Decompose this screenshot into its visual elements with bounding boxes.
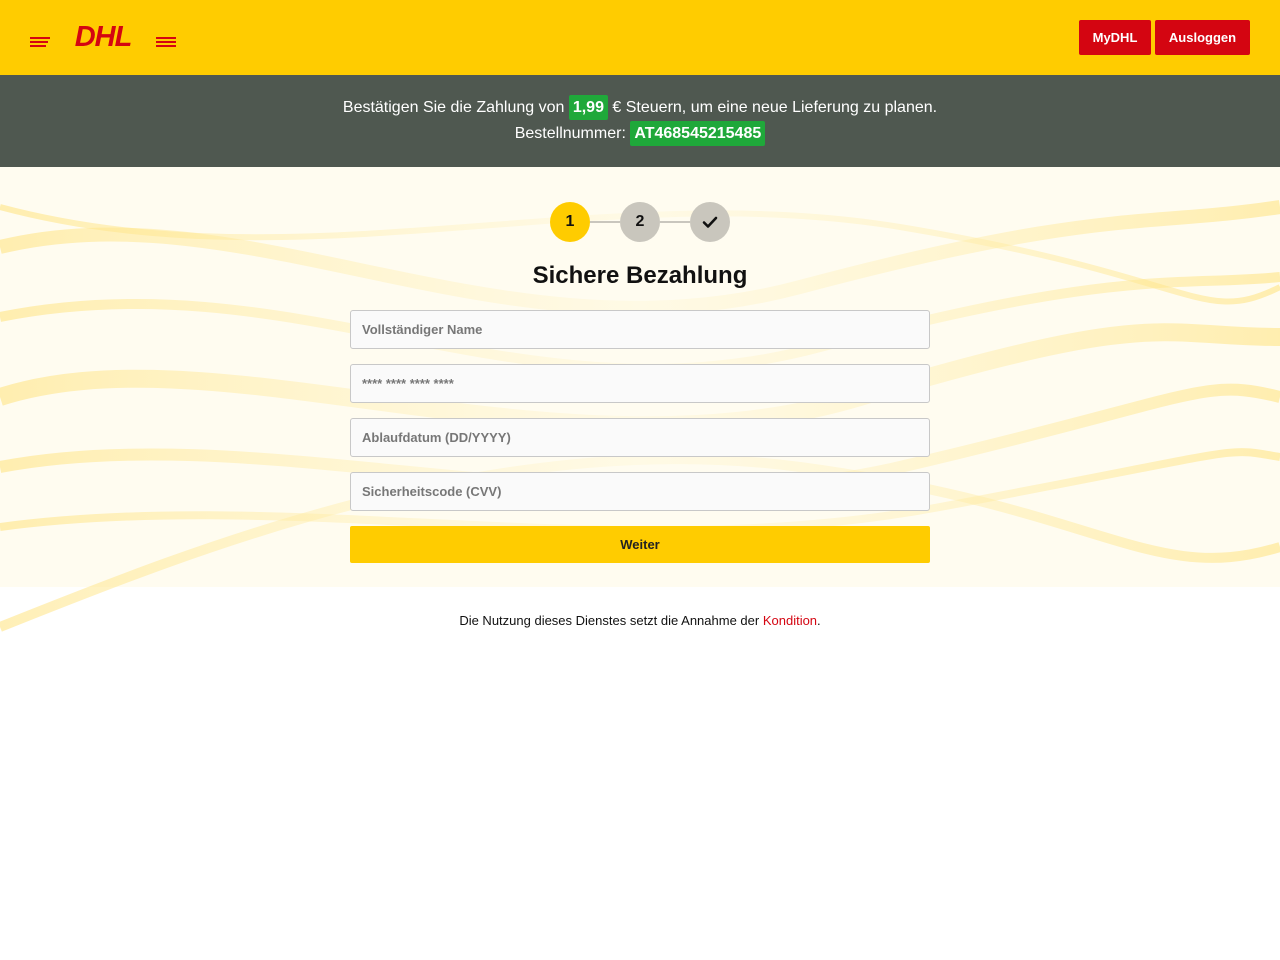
order-label: Bestellnummer: [514, 125, 631, 142]
top-bar: DHL MyDHL Ausloggen [0, 0, 1280, 75]
dhl-logo[interactable]: DHL [30, 24, 176, 48]
progress-steps: 1 2 [550, 202, 730, 242]
terms-text-end: . [817, 613, 821, 628]
terms-notice: Die Nutzung dieses Dienstes setzt die An… [0, 613, 1280, 628]
terms-text: Die Nutzung dieses Dienstes setzt die An… [459, 613, 763, 628]
check-icon [702, 216, 718, 228]
main-content: 1 2 Sichere Bezahlung Weiter Die Nutzung… [0, 167, 1280, 960]
card-number-input[interactable] [350, 364, 930, 403]
step-2-indicator: 2 [620, 202, 660, 242]
step-1-indicator: 1 [550, 202, 590, 242]
expiry-date-input[interactable] [350, 418, 930, 457]
full-name-input[interactable] [350, 310, 930, 349]
amount-badge: 1,99 [568, 95, 608, 120]
order-number-line: Bestellnummer: AT468545215485 [0, 121, 1280, 147]
cvv-input[interactable] [350, 472, 930, 511]
step-complete-indicator [690, 202, 730, 242]
svg-text:DHL: DHL [75, 24, 132, 48]
notice-text-before: Bestätigen Sie die Zahlung von [342, 99, 569, 116]
order-number-badge: AT468545215485 [630, 121, 766, 146]
notice-text-after: € Steuern, um eine neue Lieferung zu pla… [607, 99, 938, 116]
payment-notice-banner: Bestätigen Sie die Zahlung von 1,99 € St… [0, 75, 1280, 167]
step-connector [590, 221, 620, 223]
step-connector [660, 221, 690, 223]
page-title: Sichere Bezahlung [532, 262, 748, 289]
terms-link[interactable]: Kondition [763, 613, 817, 628]
logout-button[interactable]: Ausloggen [1155, 20, 1250, 55]
continue-button[interactable]: Weiter [350, 526, 930, 563]
payment-notice-line: Bestätigen Sie die Zahlung von 1,99 € St… [0, 95, 1280, 121]
mydhl-button[interactable]: MyDHL [1079, 20, 1151, 55]
